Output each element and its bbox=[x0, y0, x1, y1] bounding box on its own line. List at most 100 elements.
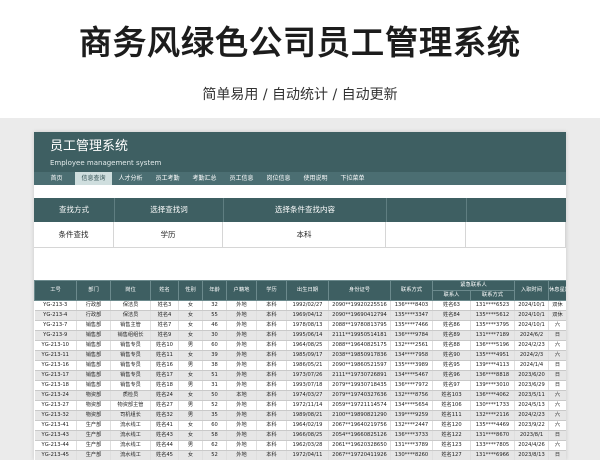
table-cell: 2090**19920225516 bbox=[328, 300, 391, 311]
table-cell: 销售专员 bbox=[110, 370, 151, 381]
table-cell: YG-213-45 bbox=[34, 450, 77, 460]
table-cell: 生产部 bbox=[76, 440, 111, 451]
nav-item[interactable]: 员工信息 bbox=[223, 172, 260, 185]
table-cell: 姓名18 bbox=[150, 380, 179, 391]
table-cell: 135****3795 bbox=[470, 320, 515, 331]
column-header: 工号 bbox=[34, 280, 77, 301]
app-titlebar: 员工管理系统 Employee management system bbox=[34, 132, 566, 172]
nav-item[interactable]: 下拉菜单 bbox=[334, 172, 371, 185]
table-cell: 外地 bbox=[226, 310, 257, 321]
column-header: 出生日期 bbox=[286, 280, 329, 301]
table-cell: 物资部主管 bbox=[110, 400, 151, 411]
table-header: 工号 部门 岗位 姓名 性别 年龄 户籍地 学历 出生日期 身份证号 联系方式 紧急联系人 入职时间 休息… bbox=[34, 280, 566, 301]
table-row: YG-213-44 生产部 流水线工 姓名44 男 62 外地 本科 1962/03/28 206… bbox=[34, 440, 566, 451]
table-cell: 本科 bbox=[256, 310, 287, 321]
table-row: YG-213-16 销售部 销售专员 姓名16 男 38 外地 本科 1986/05/21 209… bbox=[34, 360, 566, 371]
table-cell: 女 bbox=[178, 390, 203, 401]
table-cell: 流水线工 bbox=[110, 420, 151, 431]
page-headline: 商务风绿色公司员工管理系统 bbox=[79, 23, 521, 62]
table-cell: 姓名9 bbox=[150, 330, 179, 341]
table-cell: 日 bbox=[548, 360, 566, 371]
query-content-select[interactable]: 本科 bbox=[223, 222, 386, 248]
nav-item[interactable]: 首页 bbox=[38, 172, 75, 185]
column-header: 年龄 bbox=[202, 280, 227, 301]
table-cell: 外地 bbox=[226, 450, 257, 460]
table-cell: 保洁员 bbox=[110, 310, 151, 321]
column-header: 入职时间 bbox=[514, 280, 549, 301]
table-row: YG-213-11 销售部 销售专员 姓名11 女 39 外地 本科 1985/09/17 203… bbox=[34, 350, 566, 361]
table-cell: 134****5654 bbox=[390, 400, 433, 411]
column-header: 户籍地 bbox=[226, 280, 257, 301]
table-cell: 流水线工 bbox=[110, 430, 151, 441]
table-cell: YG-213-18 bbox=[34, 380, 77, 391]
table-cell: 1966/08/25 bbox=[286, 430, 329, 441]
table-cell: 姓名111 bbox=[432, 410, 471, 421]
table-cell: 131****3789 bbox=[390, 440, 433, 451]
table-cell: 1978/08/13 bbox=[286, 320, 329, 331]
table-cell: 外地 bbox=[226, 300, 257, 311]
nav-item[interactable]: 岗位信息 bbox=[260, 172, 297, 185]
table-row: YG-213-24 物资部 质检员 姓名24 女 50 本地 本科 1974/03/27 2079… bbox=[34, 390, 566, 401]
query-panel: 查找方式 选择查找词 选择条件查找内容 条件查找 学历 本科 bbox=[34, 198, 566, 278]
table-cell: 2038**19850917836 bbox=[328, 350, 391, 361]
table-cell: 外地 bbox=[226, 430, 257, 441]
table-row: YG-213-43 生产部 流水线工 姓名43 女 58 外地 本科 1966/08/25 205… bbox=[34, 430, 566, 441]
table-cell: 2079**19930718435 bbox=[328, 380, 391, 391]
table-cell: 外地 bbox=[226, 320, 257, 331]
table-cell: 1995/06/14 bbox=[286, 330, 329, 341]
table-cell: 女 bbox=[178, 430, 203, 441]
table-cell: 日 bbox=[548, 430, 566, 441]
table-row: YG-213-3 行政部 保洁员 姓名3 女 32 外地 本科 1992/02/27 2090**… bbox=[34, 300, 566, 311]
nav-item[interactable]: 员工考勤 bbox=[149, 172, 186, 185]
table-cell: 日 bbox=[548, 450, 566, 460]
table-cell: 51 bbox=[202, 370, 227, 381]
table-cell: 销售部 bbox=[76, 340, 111, 351]
table-row: YG-213-45 生产部 流水线工 姓名45 女 52 外地 本科 1972/04/11 206… bbox=[34, 450, 566, 460]
table-cell: 销售主管 bbox=[110, 320, 151, 331]
column-header: 学历 bbox=[256, 280, 287, 301]
query-divider bbox=[466, 198, 467, 222]
table-cell: YG-213-17 bbox=[34, 370, 77, 381]
table-cell: 2059**19721114574 bbox=[328, 400, 391, 411]
table-cell: 姓名103 bbox=[432, 390, 471, 401]
table-cell: 保洁员 bbox=[110, 300, 151, 311]
table-cell: 销售专员 bbox=[110, 380, 151, 391]
table-cell: 外地 bbox=[226, 330, 257, 341]
query-method-select[interactable]: 条件查找 bbox=[34, 222, 114, 248]
nav-item[interactable]: 考勤汇总 bbox=[186, 172, 223, 185]
table-cell: 销售专员 bbox=[110, 350, 151, 361]
table-cell: 女 bbox=[178, 330, 203, 341]
nav-item[interactable]: 人才分析 bbox=[112, 172, 149, 185]
table-row: YG-213-7 销售部 销售主管 姓名7 女 46 外地 本科 1978/08/13 2088*… bbox=[34, 320, 566, 331]
table-cell: 135****7466 bbox=[390, 320, 433, 331]
column-subheader: 联系人 bbox=[432, 290, 471, 301]
table-cell: 姓名63 bbox=[432, 300, 471, 311]
table-cell: 136****7972 bbox=[390, 380, 433, 391]
table-cell: 130****1733 bbox=[470, 400, 515, 411]
table-cell: YG-213-11 bbox=[34, 350, 77, 361]
table-cell: 136****8403 bbox=[390, 300, 433, 311]
table-cell: 外地 bbox=[226, 350, 257, 361]
table-cell: 134****7958 bbox=[390, 350, 433, 361]
table-cell: 1974/03/27 bbox=[286, 390, 329, 401]
table-cell: 本科 bbox=[256, 350, 287, 361]
query-term-select[interactable]: 学历 bbox=[114, 222, 223, 248]
table-row: YG-213-18 销售部 销售专员 姓名18 男 31 外地 本科 1993/07/18 207… bbox=[34, 380, 566, 391]
table-cell: 1972/04/11 bbox=[286, 450, 329, 460]
table-cell: 136****9784 bbox=[390, 330, 433, 341]
table-cell: 流水线工 bbox=[110, 450, 151, 460]
table-cell: 销售专员 bbox=[110, 360, 151, 371]
table-cell: 销售专员 bbox=[110, 340, 151, 351]
nav-item[interactable]: 信息查询 bbox=[75, 172, 112, 185]
table-cell: 30 bbox=[202, 330, 227, 341]
table-cell: 销售部 bbox=[76, 360, 111, 371]
table-cell: 六 bbox=[548, 400, 566, 411]
table-cell: 男 bbox=[178, 400, 203, 411]
table-cell: 姓名45 bbox=[150, 450, 179, 460]
table-cell: 52 bbox=[202, 450, 227, 460]
nav-item[interactable]: 使用说明 bbox=[297, 172, 334, 185]
table-cell: 生产部 bbox=[76, 450, 111, 460]
table-cell: 姓名84 bbox=[432, 310, 471, 321]
table-cell: 2067**19720411926 bbox=[328, 450, 391, 460]
table-cell: 姓名106 bbox=[432, 400, 471, 411]
